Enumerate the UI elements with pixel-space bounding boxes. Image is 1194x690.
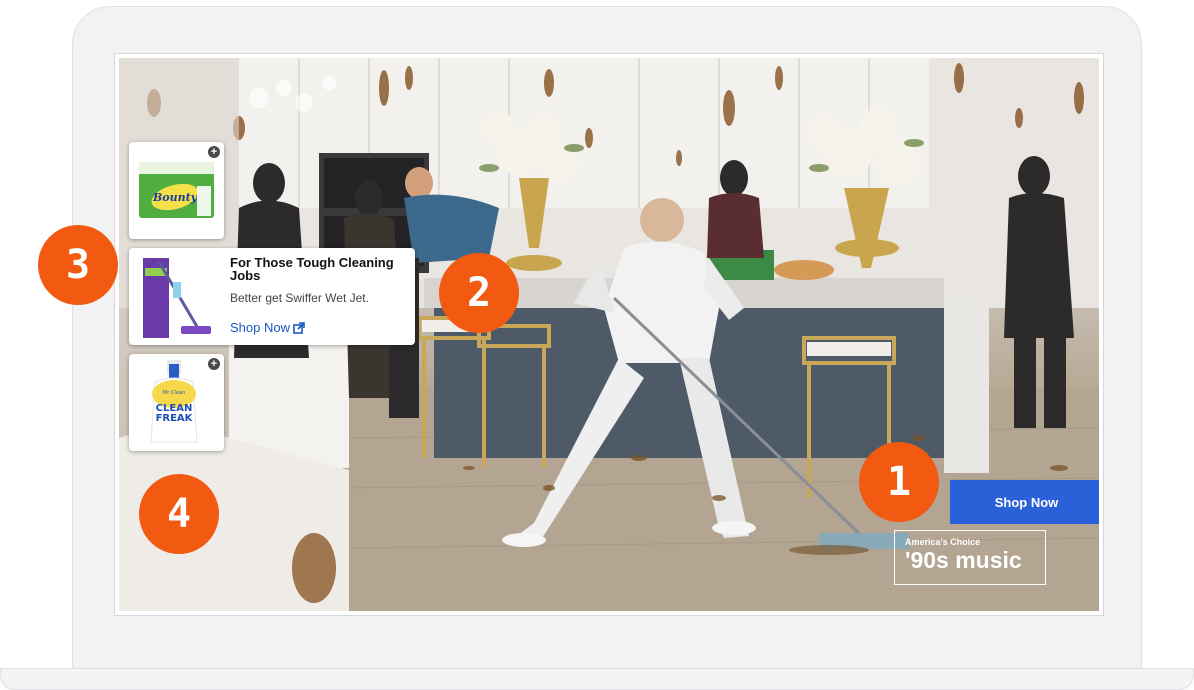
- callout-marker-3: 3: [38, 225, 118, 305]
- external-link-icon: [293, 321, 305, 334]
- shop-now-button[interactable]: Shop Now: [950, 480, 1099, 524]
- expanded-card-subtitle: Better get Swiffer Wet Jet.: [230, 291, 369, 305]
- add-icon[interactable]: +: [208, 358, 220, 370]
- expanded-card-title: For Those Tough Cleaning Jobs: [230, 255, 394, 283]
- product-card-mr-clean[interactable]: Mr Clean CLEAN FREAK +: [129, 354, 224, 451]
- add-icon[interactable]: +: [208, 146, 220, 158]
- laptop-screen: Bounty + For Those Tough Cleaning Jobs B…: [114, 53, 1104, 616]
- music-badge-tagline: America's Choice: [905, 537, 981, 547]
- bounty-logo-text: Bounty: [152, 191, 199, 204]
- laptop-base: [0, 668, 1194, 690]
- swiffer-product-image: [143, 258, 211, 338]
- expanded-card-shop-now-link[interactable]: Shop Now: [230, 320, 305, 335]
- product-card-bounty[interactable]: Bounty +: [129, 142, 224, 239]
- callout-marker-4: 4: [139, 474, 219, 554]
- callout-marker-1: 1: [859, 442, 939, 522]
- video-player[interactable]: Bounty + For Those Tough Cleaning Jobs B…: [119, 58, 1099, 611]
- music-badge-title: '90s music: [905, 547, 1022, 573]
- shop-now-link-label: Shop Now: [230, 320, 290, 335]
- freak-label: FREAK: [156, 413, 194, 424]
- mr-clean-brand-text: Mr Clean: [163, 390, 185, 396]
- callout-marker-2: 2: [439, 253, 519, 333]
- music-badge: America's Choice '90s music: [894, 530, 1046, 585]
- product-card-swiffer-expanded[interactable]: For Those Tough Cleaning Jobs Better get…: [129, 248, 415, 345]
